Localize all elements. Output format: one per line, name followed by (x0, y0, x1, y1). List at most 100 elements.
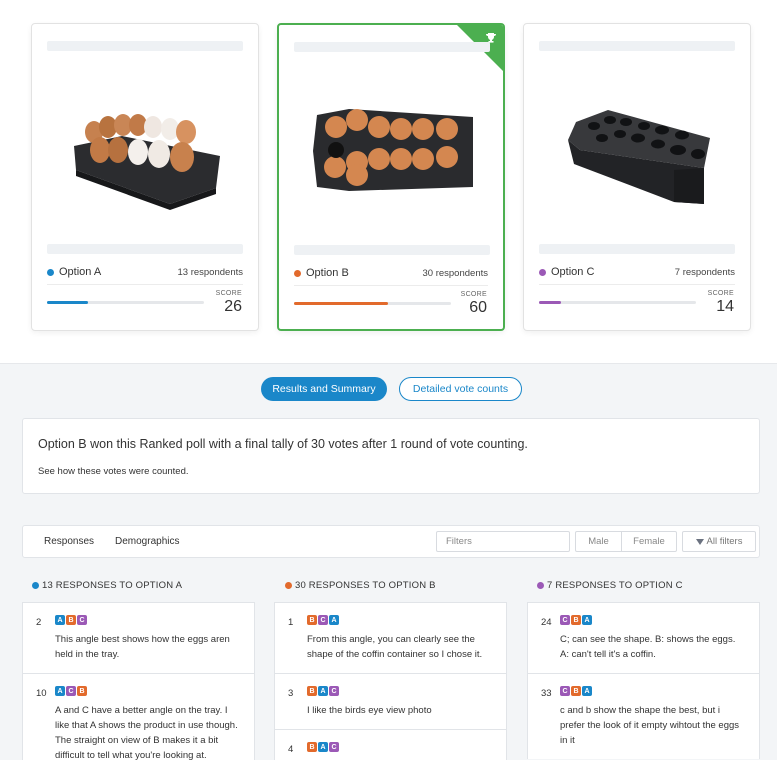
divider (47, 284, 243, 285)
response-number: 33 (541, 688, 552, 699)
option-name: Option B (306, 267, 349, 279)
respondent-count: 7 respondents (674, 266, 735, 278)
rank-badge: B (307, 742, 317, 752)
placeholder-bar (47, 244, 243, 254)
rank-badge: C (560, 686, 570, 696)
response-text: From this angle, you can clearly see the… (307, 634, 483, 660)
response-number: 2 (36, 617, 42, 628)
column-heading-option-c: 7 RESPONSES TO OPTION C (537, 580, 683, 591)
rank-badge: C (329, 686, 339, 696)
option-label: Option B (294, 267, 349, 279)
placeholder-bar (294, 245, 490, 255)
score-value: 14 (716, 298, 734, 315)
rank-badge: C (318, 615, 328, 625)
option-color-dot (537, 582, 544, 589)
score-label: SCORE (707, 290, 734, 297)
tab-results-and-summary[interactable]: Results and Summary (261, 377, 387, 401)
response-number: 10 (36, 688, 47, 699)
option-color-dot (47, 268, 54, 276)
summary-panel: Option B won this Ranked poll with a fin… (22, 418, 760, 494)
response-item[interactable]: 33 C B A c and b show the shape the best, bu… (527, 673, 760, 759)
rank-badge: A (318, 686, 328, 696)
see-how-counted-link[interactable]: See how these votes were counted. (38, 466, 189, 477)
rank-badge: C (66, 686, 76, 696)
divider (294, 285, 488, 286)
ranking-badges: BAC (307, 686, 493, 697)
ranking-badges: ACB (55, 686, 241, 697)
ranking-badges: CBA (560, 615, 746, 626)
rank-badge: B (66, 615, 76, 625)
score-value: 26 (224, 298, 242, 315)
rank-badge: A (582, 615, 592, 625)
ranking-badges: ABC (55, 615, 241, 626)
response-item[interactable]: 2 A B C This angle best shows how the eggs a… (22, 602, 255, 673)
column-heading-option-a: 13 RESPONSES TO OPTION A (32, 580, 182, 591)
female-filter-button[interactable]: Female (621, 531, 677, 552)
option-color-dot (285, 582, 292, 589)
rank-badge: B (307, 615, 317, 625)
rank-badge: C (77, 615, 87, 625)
option-color-dot (539, 268, 546, 276)
respondent-count: 13 respondents (177, 266, 244, 278)
tab-responses[interactable]: Responses (44, 536, 94, 547)
score-bar (539, 301, 696, 304)
score-bar-fill (47, 301, 88, 304)
rank-badge: B (77, 686, 87, 696)
response-number: 1 (288, 617, 294, 628)
option-label: Option A (47, 266, 101, 278)
rank-badge: B (307, 686, 317, 696)
score-bar-fill (539, 301, 561, 304)
respondent-count: 30 respondents (422, 267, 489, 279)
score-bar-fill (294, 302, 389, 305)
ranking-badges: BCA (307, 615, 493, 626)
column-heading-text: 30 RESPONSES TO OPTION B (295, 580, 436, 591)
column-heading-text: 7 RESPONSES TO OPTION C (547, 580, 683, 591)
results-section: Results and Summary Detailed vote counts… (0, 363, 777, 760)
placeholder-bar (539, 41, 735, 51)
option-name: Option C (551, 266, 595, 278)
response-text: I like the birds eye view photo (307, 705, 432, 716)
rank-badge: C (560, 615, 570, 625)
summary-text: Option B won this Ranked poll with a fin… (38, 437, 528, 451)
tab-demographics[interactable]: Demographics (115, 536, 179, 547)
tab-detailed-vote-counts[interactable]: Detailed vote counts (399, 377, 522, 401)
all-filters-label: All filters (706, 536, 743, 547)
response-number: 4 (288, 744, 294, 755)
responses-column-a: 2 A B C This angle best shows how the eggs a… (22, 602, 255, 760)
response-item[interactable]: 24 C B A C; can see the shape. B: shows the … (527, 602, 760, 673)
response-item[interactable]: 10 A C B A and C have a better angle on the … (22, 673, 255, 760)
response-text: C; can see the shape. B: shows the eggs.… (560, 634, 736, 660)
option-label: Option C (539, 266, 594, 278)
divider (539, 284, 735, 285)
filters-input[interactable]: Filters (436, 531, 570, 552)
response-item[interactable]: 4 BAC (274, 729, 507, 760)
responses-column-c: 24 C B A C; can see the shape. B: shows the … (527, 602, 760, 760)
response-item[interactable]: 1 B C A From this angle, you can clearly see… (274, 602, 507, 673)
rank-badge: A (329, 615, 339, 625)
response-text: c and b show the shape the best, but i p… (560, 705, 740, 746)
rank-badge: C (329, 742, 339, 752)
rank-badge: B (571, 686, 581, 696)
score-bar (47, 301, 204, 304)
male-filter-button[interactable]: Male (575, 531, 622, 552)
ranking-badges: CBA (560, 686, 746, 697)
option-card-a[interactable]: Option A 13 respondents SCORE 26 (31, 23, 259, 331)
egg-tray-with-eggs-image (74, 114, 220, 210)
rank-badge: B (571, 615, 581, 625)
response-item[interactable]: 3 BAC I like the birds eye view photo (274, 673, 507, 729)
placeholder-bar (539, 244, 735, 254)
response-text: A and C have a better angle on the tray.… (55, 705, 238, 760)
option-card-b[interactable]: Option B 30 respondents SCORE 60 (277, 23, 505, 331)
rank-badge: A (55, 615, 65, 625)
egg-tray-top-view-image (313, 109, 473, 191)
response-number: 3 (288, 688, 294, 699)
option-color-dot (32, 582, 39, 589)
option-card-c[interactable]: Option C 7 respondents SCORE 14 (523, 23, 751, 331)
responses-column-b: 1 B C A From this angle, you can clearly see… (274, 602, 507, 760)
rank-badge: A (318, 742, 328, 752)
placeholder-bar (294, 42, 490, 52)
all-filters-button[interactable]: All filters (682, 531, 756, 552)
options-section: Option A 13 respondents SCORE 26 Option … (0, 0, 777, 363)
placeholder-bar (47, 41, 243, 51)
filter-bar: Responses Demographics Filters Male Fema… (22, 525, 760, 558)
